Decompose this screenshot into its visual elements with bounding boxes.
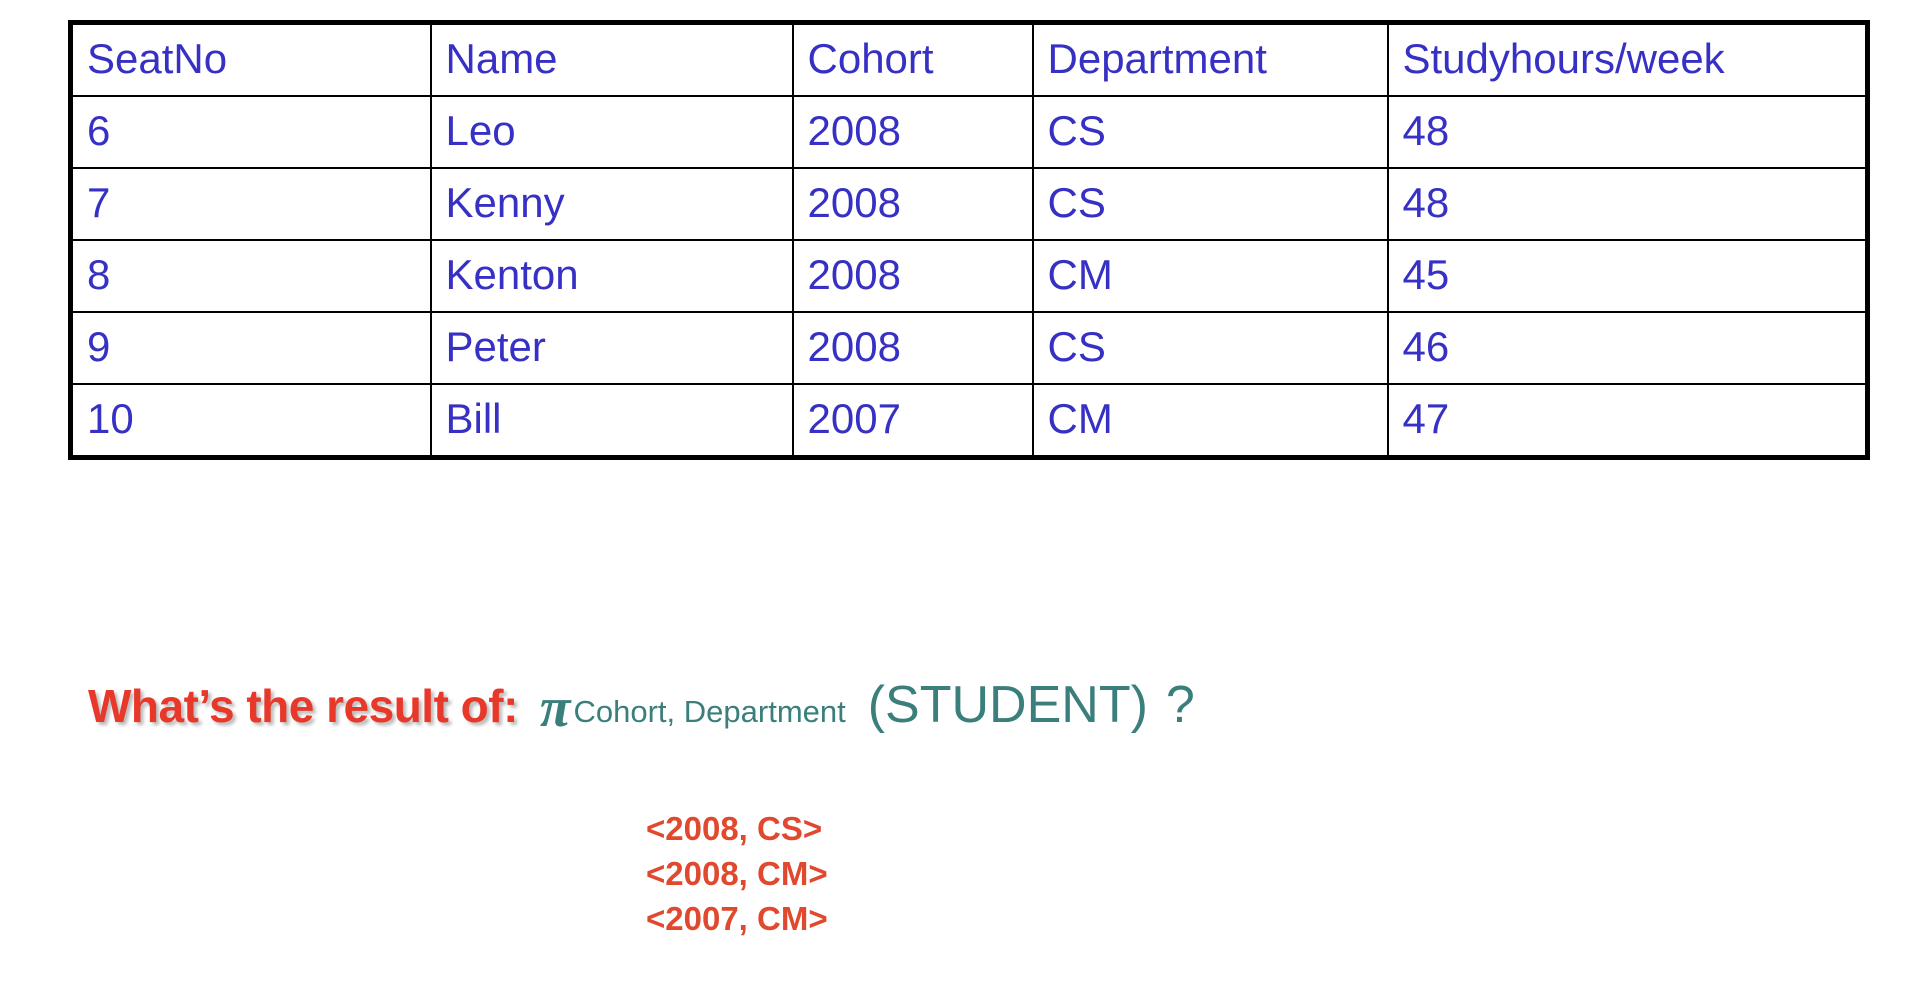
cell-cohort: 2008 [791,95,1034,169]
cell-name: Kenny [429,167,794,241]
cell-studyhours: 46 [1386,311,1869,385]
cell-cohort: 2007 [791,383,1034,459]
cell-studyhours: 47 [1386,383,1869,459]
answer-block: <2008, CS> <2008, CM> <2007, CM> [646,806,828,941]
cell-seatno: 7 [69,167,432,241]
table-row: 6 Leo 2008 CS 48 [69,95,1869,169]
cell-department: CM [1031,383,1389,459]
cell-department: CS [1031,95,1389,169]
cell-name: Kenton [429,239,794,313]
cell-studyhours: 48 [1386,95,1869,169]
cell-seatno: 9 [69,311,432,385]
answer-tuple: <2008, CM> [646,855,828,892]
cell-studyhours: 45 [1386,239,1869,313]
column-header-department: Department [1031,21,1389,97]
table-row: 7 Kenny 2008 CS 48 [69,167,1869,241]
projection-attribute-list: Cohort, Department [573,694,846,729]
cell-name: Peter [429,311,794,385]
table-row: 8 Kenton 2008 CM 45 [69,239,1869,313]
question-prompt: What’s the result of: [88,680,518,732]
cell-seatno: 6 [69,95,432,169]
relation-name: (STUDENT) [867,676,1148,734]
student-table-container: SeatNo Name Cohort Department Studyhours… [68,20,1870,460]
question-line: What’s the result of: π Cohort, Departme… [88,672,1195,739]
table-row: 9 Peter 2008 CS 46 [69,311,1869,385]
cell-studyhours: 48 [1386,167,1869,241]
cell-department: CS [1031,311,1389,385]
cell-cohort: 2008 [791,239,1034,313]
cell-department: CM [1031,239,1389,313]
column-header-name: Name [429,21,794,97]
answer-tuple: <2008, CS> [646,810,823,847]
cell-department: CS [1031,167,1389,241]
question-mark: ? [1165,676,1195,734]
column-header-cohort: Cohort [791,21,1034,97]
column-header-seatno: SeatNo [69,21,432,97]
projection-operator-symbol: π [539,677,571,739]
cell-name: Leo [429,95,794,169]
column-header-studyhours: Studyhours/week [1386,21,1869,97]
cell-seatno: 8 [69,239,432,313]
cell-name: Bill [429,383,794,459]
student-table: SeatNo Name Cohort Department Studyhours… [68,20,1870,460]
cell-seatno: 10 [69,383,432,459]
answer-tuple: <2007, CM> [646,900,828,937]
cell-cohort: 2008 [791,311,1034,385]
table-row: 10 Bill 2007 CM 47 [69,383,1869,459]
table-header-row: SeatNo Name Cohort Department Studyhours… [69,21,1869,97]
cell-cohort: 2008 [791,167,1034,241]
